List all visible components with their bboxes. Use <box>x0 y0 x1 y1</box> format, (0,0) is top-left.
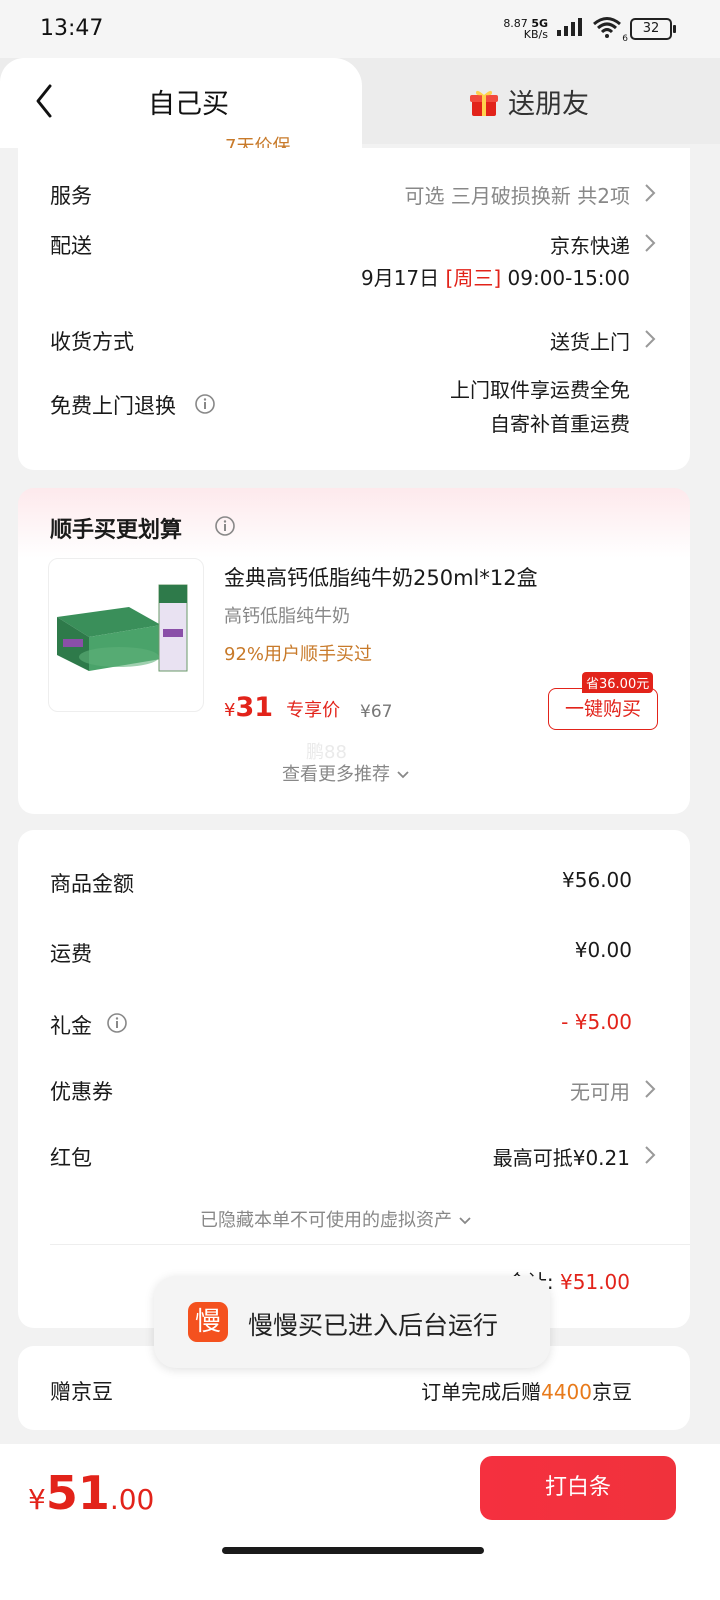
purchase-tabs: 自己买 送朋友 <box>0 58 720 148</box>
price-tag: 专享价 <box>286 700 341 721</box>
price-integer: 31 <box>235 692 274 723</box>
product-price: ¥31 专享价 <box>224 692 340 723</box>
total-value: ¥51.00 <box>560 1270 630 1294</box>
save-tag: 省36.00元 <box>582 672 654 693</box>
delivery-slot: 9月17日 [周三] 09:00-15:00 <box>361 262 630 291</box>
footer-integer: 51 <box>45 1466 110 1520</box>
product-image[interactable] <box>48 558 204 712</box>
shipping-card: 服务 可选 三月破损换新 共2项 配送 京东快递 9月17日 [周三] 09:0… <box>18 148 690 470</box>
status-time: 13:47 <box>40 16 104 41</box>
service-label: 服务 <box>50 184 92 208</box>
gift-money-label: 礼金 <box>50 1014 92 1038</box>
product-name[interactable]: 金典高钙低脂纯牛奶250ml*12盒 <box>224 562 538 592</box>
original-price: ¥67 <box>360 702 393 722</box>
service-value[interactable]: 可选 三月破损换新 共2项 <box>405 180 630 209</box>
price-symbol: ¥ <box>224 700 236 721</box>
beans-prefix: 订单完成后赠 <box>421 1380 542 1404</box>
chevron-down-icon <box>458 1210 472 1231</box>
receive-label: 收货方式 <box>50 330 134 354</box>
wifi-icon: 6 <box>592 16 628 44</box>
beans-label: 赠京豆 <box>50 1380 113 1404</box>
footer-symbol: ¥ <box>28 1483 46 1516</box>
gift-money-value: - ¥5.00 <box>561 1010 632 1034</box>
beans-value: 订单完成后赠4400京豆 <box>421 1376 632 1405</box>
goods-amount-value: ¥56.00 <box>562 868 632 892</box>
signal-icon <box>556 18 584 40</box>
checkout-bar: ¥51.00 打白条 <box>0 1444 720 1600</box>
return-label: 免费上门退换 <box>50 394 176 418</box>
back-icon[interactable] <box>30 82 60 120</box>
hidden-assets-label: 已隐藏本单不可使用的虚拟资产 <box>200 1210 452 1231</box>
return-line1: 上门取件享运费全免 <box>450 378 630 402</box>
tab-gift-friend[interactable]: 送朋友 <box>508 82 589 121</box>
status-icons: 8.87 5G KB/s 6 32 <box>503 16 676 44</box>
footer-decimal: .00 <box>109 1483 155 1516</box>
return-line2: 自寄补首重运费 <box>490 412 630 436</box>
manmanmai-app-icon: 慢 <box>188 1302 228 1342</box>
delivery-label: 配送 <box>50 234 92 258</box>
coupon-chevron-icon[interactable] <box>644 1079 656 1099</box>
delivery-weekday: [周三] <box>445 266 502 290</box>
delivery-value[interactable]: 京东快递 <box>550 230 630 259</box>
footer-total: ¥51.00 <box>28 1466 154 1520</box>
home-indicator[interactable] <box>222 1547 484 1554</box>
one-click-buy-button[interactable]: 一键购买 <box>548 688 658 730</box>
red-packet-chevron-icon[interactable] <box>644 1145 656 1165</box>
coupon-value[interactable]: 无可用 <box>570 1076 630 1105</box>
freight-value: ¥0.00 <box>574 938 632 962</box>
freight-label: 运费 <box>50 942 92 966</box>
order-summary-card: 商品金额 ¥56.00 运费 ¥0.00 礼金 - ¥5.00 优惠券 无可用 … <box>18 830 690 1328</box>
wifi-badge: 6 <box>622 34 628 44</box>
delivery-time: 09:00-15:00 <box>507 266 631 290</box>
promo-title: 顺手买更划算 <box>50 518 183 543</box>
red-packet-label: 红包 <box>50 1146 92 1170</box>
network-speed: 8.87 5G KB/s <box>503 18 548 40</box>
gift-icon <box>470 88 498 122</box>
pay-baitiao-button[interactable]: 打白条 <box>480 1456 676 1520</box>
beans-count: 4400 <box>541 1380 592 1404</box>
see-more-label: 查看更多推荐 <box>282 764 390 785</box>
divider <box>50 1244 690 1245</box>
toast-text: 慢慢买已进入后台运行 <box>248 1311 499 1340</box>
goods-amount-label: 商品金额 <box>50 872 134 896</box>
add-on-recommend-card: 顺手买更划算 金典高钙低脂纯牛奶250ml*12盒 高钙低脂纯牛奶 92%用户顺… <box>18 488 690 814</box>
product-subtitle: 高钙低脂纯牛奶 <box>224 606 350 627</box>
service-chevron-icon[interactable] <box>644 183 656 203</box>
gift-info-icon[interactable] <box>106 1012 128 1038</box>
receive-value[interactable]: 送货上门 <box>550 326 630 355</box>
delivery-chevron-icon[interactable] <box>644 233 656 253</box>
status-bar: 13:47 8.87 5G KB/s 6 32 <box>0 0 720 60</box>
chevron-down-icon <box>396 764 410 785</box>
tab-self-label: 自己买 <box>148 89 229 120</box>
hidden-assets-toggle[interactable]: 已隐藏本单不可使用的虚拟资产 <box>200 1206 472 1232</box>
delivery-date: 9月17日 <box>360 266 440 290</box>
battery-icon: 32 <box>630 18 676 40</box>
promo-info-icon[interactable] <box>214 515 236 541</box>
tab-self-buy[interactable]: 自己买 <box>0 58 362 148</box>
background-toast: 慢 慢慢买已进入后台运行 <box>154 1276 550 1368</box>
product-stat: 92%用户顺手买过 <box>224 644 373 665</box>
coupon-label: 优惠券 <box>50 1080 113 1104</box>
beans-suffix: 京豆 <box>592 1380 632 1404</box>
see-more-link[interactable]: 查看更多推荐 <box>282 760 410 786</box>
red-packet-value[interactable]: 最高可抵¥0.21 <box>493 1142 630 1171</box>
info-icon[interactable] <box>194 393 216 419</box>
receive-chevron-icon[interactable] <box>644 329 656 349</box>
speed-unit: KB/s <box>523 28 548 41</box>
